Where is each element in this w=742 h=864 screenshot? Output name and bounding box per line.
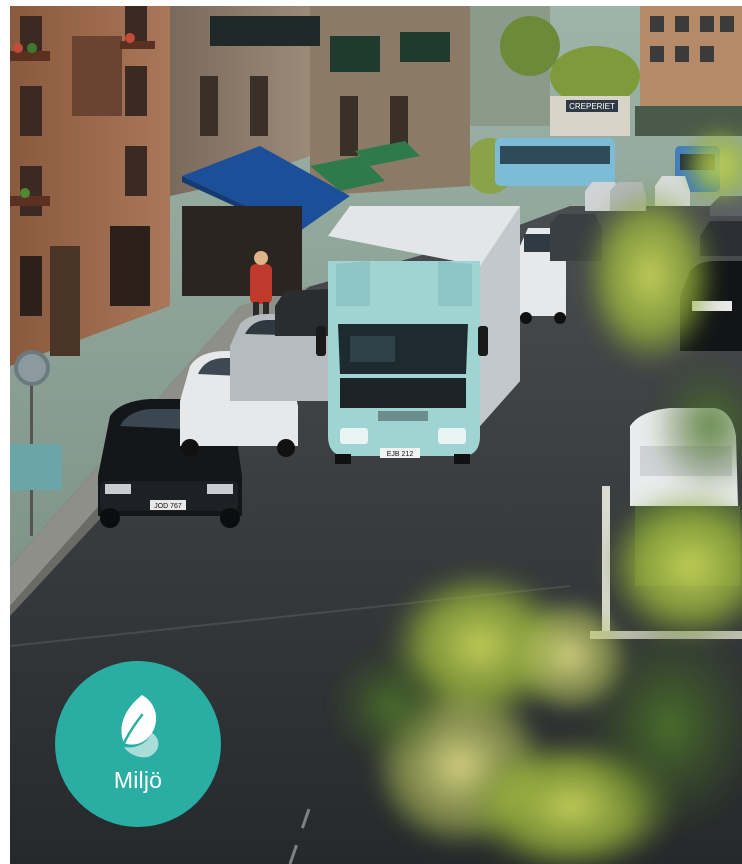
truck-plate: EJB 212 [387,451,414,458]
leaf-icon [121,694,159,757]
category-badge[interactable]: Miljö [55,661,221,827]
badge-label: Miljö [113,766,163,793]
car-plate: JOD 767 [154,503,182,510]
shop-sign: CREPERIET [569,102,615,111]
hero-image-frame: CREPERIET JOD 767 EJB 212 Miljö [10,6,742,864]
